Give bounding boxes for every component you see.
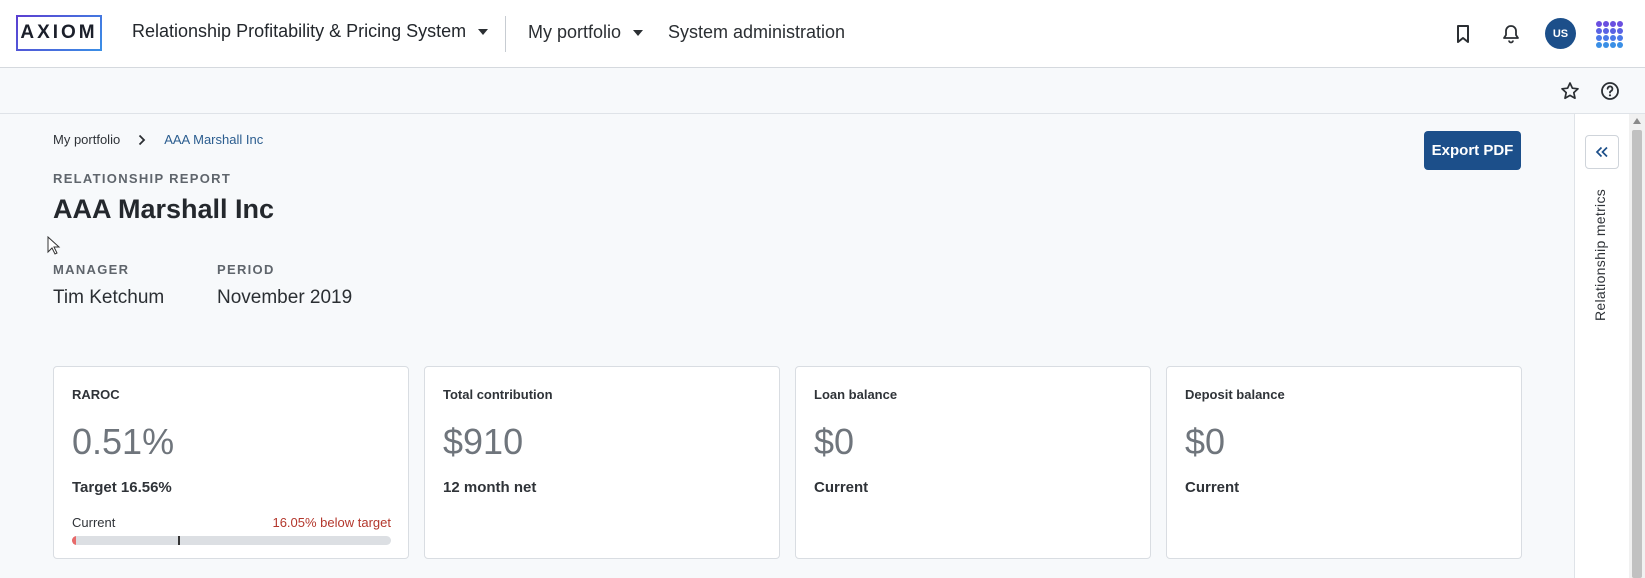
app-name: Relationship Profitability & Pricing Sys… bbox=[132, 21, 467, 41]
nav-my-portfolio-label: My portfolio bbox=[528, 22, 622, 42]
breadcrumb: My portfolio AAA Marshall Inc bbox=[53, 132, 263, 147]
axiom-logo[interactable]: AXIOM bbox=[16, 15, 102, 51]
scroll-thumb[interactable] bbox=[1632, 130, 1642, 578]
chevron-down-icon bbox=[478, 28, 489, 35]
target-marker bbox=[177, 536, 180, 545]
manager-value: Tim Ketchum bbox=[53, 287, 165, 308]
notifications-button[interactable] bbox=[1491, 14, 1531, 54]
loan-balance-card: Loan balance $0 Current bbox=[795, 366, 1151, 559]
nav-my-portfolio[interactable]: My portfolio bbox=[528, 22, 644, 43]
progress-fill bbox=[72, 536, 76, 545]
card-value: $910 bbox=[443, 421, 524, 462]
chevron-right-icon bbox=[139, 134, 146, 145]
bookmark-button[interactable] bbox=[1443, 14, 1483, 54]
app-switcher[interactable]: Relationship Profitability & Pricing Sys… bbox=[132, 21, 489, 42]
total-contribution-card: Total contribution $910 12 month net bbox=[424, 366, 780, 559]
relationship-metrics-panel: Relationship metrics bbox=[1574, 114, 1629, 578]
card-subtitle: 12 month net bbox=[443, 479, 537, 496]
card-subtitle: Current bbox=[1185, 479, 1240, 496]
card-value: $0 bbox=[1185, 421, 1226, 462]
bell-icon bbox=[1503, 25, 1519, 44]
page-title: AAA Marshall Inc bbox=[53, 194, 275, 224]
card-label: Loan balance bbox=[814, 387, 898, 402]
progress-below-target: 16.05% below target bbox=[272, 515, 391, 530]
manager-label: MANAGER bbox=[53, 262, 130, 277]
card-value: 0.51% bbox=[72, 421, 175, 462]
progress-labels: Current 16.05% below target bbox=[72, 515, 391, 530]
panel-title[interactable]: Relationship metrics bbox=[1592, 189, 1608, 449]
favorite-button[interactable] bbox=[1550, 71, 1590, 111]
raroc-progress-bar bbox=[72, 536, 391, 545]
apps-grid-icon bbox=[1596, 21, 1623, 48]
card-subtitle: Target 16.56% bbox=[72, 479, 172, 496]
bookmark-icon bbox=[1457, 25, 1469, 43]
double-chevron-left-icon bbox=[1595, 146, 1608, 158]
period-label: PERIOD bbox=[217, 262, 275, 277]
card-label: RAROC bbox=[72, 387, 120, 402]
help-icon bbox=[1601, 82, 1619, 100]
breadcrumb-my-portfolio[interactable]: My portfolio bbox=[53, 132, 120, 147]
divider bbox=[505, 16, 506, 52]
card-label: Total contribution bbox=[443, 387, 553, 402]
help-button[interactable] bbox=[1590, 71, 1630, 111]
nav-system-administration[interactable]: System administration bbox=[668, 22, 845, 43]
period-value: November 2019 bbox=[217, 287, 353, 308]
card-value: $0 bbox=[814, 421, 855, 462]
card-subtitle: Current bbox=[814, 479, 869, 496]
scroll-up-arrow-icon[interactable] bbox=[1633, 118, 1641, 124]
star-icon bbox=[1561, 82, 1579, 100]
raroc-card: RAROC 0.51% Target 16.56% Current 16.05%… bbox=[53, 366, 409, 559]
progress-current-label: Current bbox=[72, 515, 116, 530]
mouse-cursor-icon bbox=[47, 236, 61, 255]
deposit-balance-card: Deposit balance $0 Current bbox=[1166, 366, 1522, 559]
card-label: Deposit balance bbox=[1185, 387, 1285, 402]
apps-launcher-button[interactable] bbox=[1589, 14, 1629, 54]
breadcrumb-current[interactable]: AAA Marshall Inc bbox=[164, 132, 263, 147]
vertical-scrollbar[interactable] bbox=[1629, 114, 1645, 578]
user-avatar[interactable]: US bbox=[1545, 18, 1576, 49]
manager-block: MANAGER Tim Ketchum bbox=[53, 262, 164, 309]
expand-panel-button[interactable] bbox=[1585, 135, 1619, 169]
export-pdf-button[interactable]: Export PDF bbox=[1424, 131, 1521, 170]
report-eyebrow: RELATIONSHIP REPORT bbox=[53, 171, 232, 186]
chevron-down-icon bbox=[633, 29, 644, 36]
period-block: PERIOD November 2019 bbox=[217, 262, 352, 309]
page-toolbar bbox=[0, 68, 1645, 114]
app-header: AXIOM Relationship Profitability & Prici… bbox=[0, 0, 1645, 68]
